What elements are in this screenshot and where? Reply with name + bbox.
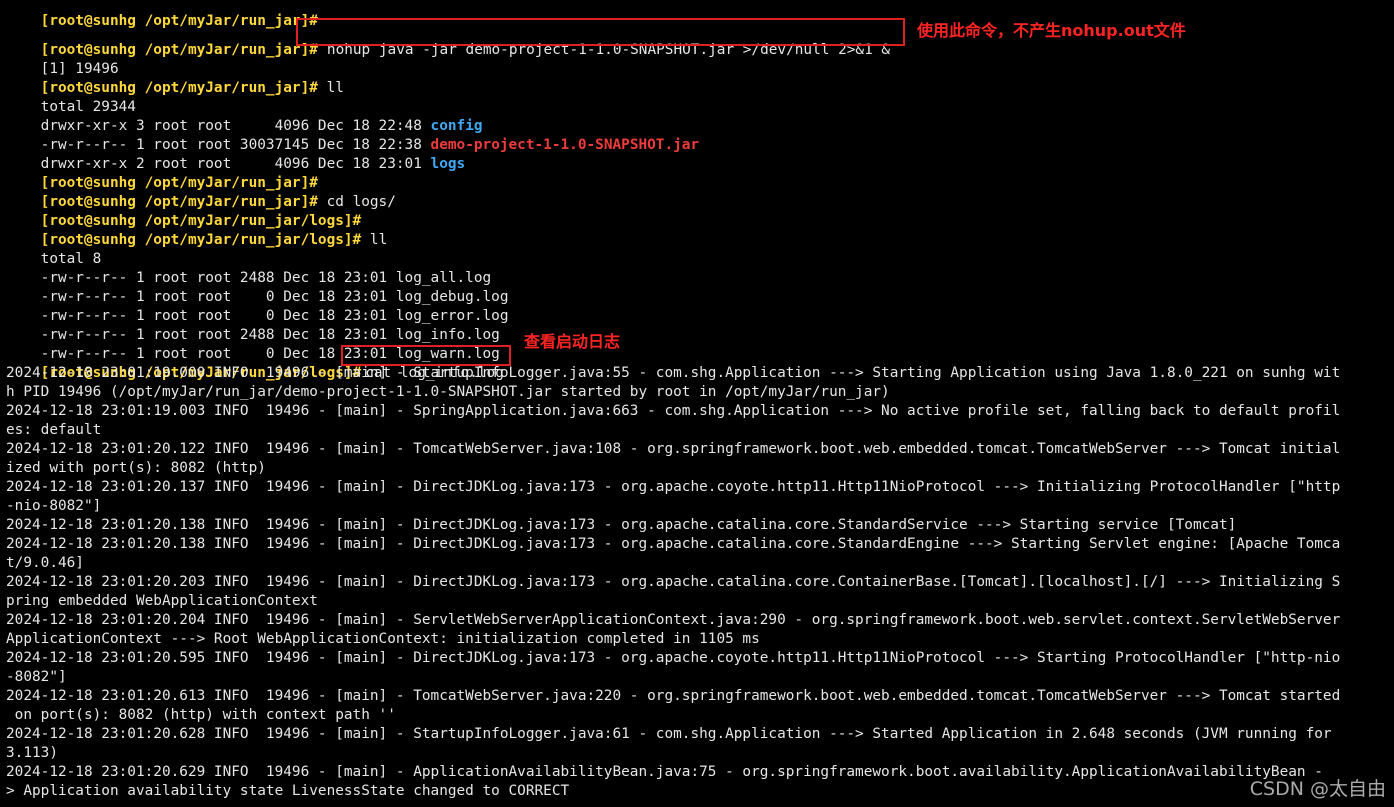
log-line: 2024-12-18 23:01:20.137 INFO 19496 - [ma… [6, 478, 1340, 497]
terminal-line: [root@sunhg /opt/myJar/run_jar]# ll [6, 60, 344, 96]
listing-row: -rw-r--r-- 1 root root 30037145 Dec 18 2… [6, 117, 699, 153]
log-line: -nio-8082"] [6, 497, 101, 516]
log-line: ApplicationContext ---> Root WebApplicat… [6, 630, 760, 649]
log-text: 2024-12-18 23:01:19.000 INFO 19496 - [ma… [6, 365, 1341, 381]
listing-row: drwxr-xr-x 3 root root 4096 Dec 18 22:48… [6, 98, 483, 134]
log-text: 2024-12-18 23:01:20.628 INFO 19496 - [ma… [6, 726, 1332, 742]
listing-row: drwxr-xr-x 2 root root 4096 Dec 18 23:01… [6, 136, 466, 172]
terminal-line: total 29344 [6, 79, 136, 115]
log-line: 2024-12-18 23:01:20.203 INFO 19496 - [ma… [6, 573, 1340, 592]
log-line: 2024-12-18 23:01:20.138 INFO 19496 - [ma… [6, 535, 1340, 554]
log-text: 2024-12-18 23:01:20.203 INFO 19496 - [ma… [6, 574, 1341, 590]
log-line: pring embedded WebApplicationContext [6, 592, 318, 611]
log-text: 3.113) [6, 745, 58, 761]
listing-row: -rw-r--r-- 1 root root 0 Dec 18 23:01 lo… [6, 326, 500, 362]
terminal-line: [root@sunhg /opt/myJar/run_jar/logs]# ll [6, 212, 388, 248]
log-line: 3.113) [6, 744, 58, 763]
terminal-line: [1] 19496 [6, 41, 119, 77]
log-line: ized with port(s): 8082 (http) [6, 459, 266, 478]
log-line: 2024-12-18 23:01:20.595 INFO 19496 - [ma… [6, 649, 1340, 668]
jar-file-name: demo-project-1-1.0-SNAPSHOT.jar [430, 137, 700, 153]
terminal-line: [root@sunhg /opt/myJar/run_jar/logs]# [6, 193, 362, 229]
log-text: -nio-8082"] [6, 498, 102, 514]
nohup-annotation: 使用此命令，不产生nohup.out文件 [917, 21, 1186, 40]
terminal-line: [root@sunhg /opt/myJar/run_jar]# cd logs… [6, 174, 396, 210]
log-text: 2024-12-18 23:01:20.629 INFO 19496 - [ma… [6, 764, 1323, 780]
log-line: 2024-12-18 23:01:19.000 INFO 19496 - [ma… [6, 364, 1340, 383]
log-text: ized with port(s): 8082 (http) [6, 460, 266, 476]
log-line: h PID 19496 (/opt/myJar/run_jar/demo-pro… [6, 383, 890, 402]
log-text: t/9.0.46] [6, 555, 84, 571]
log-line: 2024-12-18 23:01:20.613 INFO 19496 - [ma… [6, 687, 1340, 706]
log-text: h PID 19496 (/opt/myJar/run_jar/demo-pro… [6, 384, 890, 400]
log-text: 2024-12-18 23:01:20.138 INFO 19496 - [ma… [6, 536, 1341, 552]
log-line: 2024-12-18 23:01:20.628 INFO 19496 - [ma… [6, 725, 1332, 744]
listing-row: -rw-r--r-- 1 root root 2488 Dec 18 23:01… [6, 307, 500, 343]
log-text: 2024-12-18 23:01:20.138 INFO 19496 - [ma… [6, 517, 1237, 533]
log-text: > Application availability state Livenes… [6, 783, 570, 799]
log-line: 2024-12-18 23:01:20.138 INFO 19496 - [ma… [6, 516, 1236, 535]
log-line: 2024-12-18 23:01:20.629 INFO 19496 - [ma… [6, 763, 1323, 782]
nohup-highlight-box [296, 18, 905, 46]
log-text: es: default [6, 422, 102, 438]
terminal-line: [root@sunhg /opt/myJar/run_jar]# [6, 0, 318, 29]
ll-command: ll [326, 80, 344, 96]
log-line: 2024-12-18 23:01:19.003 INFO 19496 - [ma… [6, 402, 1340, 421]
ll-command: ll [369, 232, 388, 248]
log-text: pring embedded WebApplicationContext [6, 593, 318, 609]
terminal-window[interactable]: [root@sunhg /opt/myJar/run_jar]# [root@s… [0, 0, 1394, 807]
log-text: ApplicationContext ---> Root WebApplicat… [6, 631, 760, 647]
log-text: on port(s): 8082 (http) with context pat… [6, 707, 396, 723]
log-text: 2024-12-18 23:01:19.003 INFO 19496 - [ma… [6, 403, 1341, 419]
log-line: > Application availability state Livenes… [6, 782, 569, 801]
log-line: on port(s): 8082 (http) with context pat… [6, 706, 396, 725]
log-text: 2024-12-18 23:01:20.204 INFO 19496 - [ma… [6, 612, 1341, 628]
directory-name: logs [430, 156, 466, 172]
terminal-line: [root@sunhg /opt/myJar/run_jar]# [6, 155, 318, 191]
log-text: 2024-12-18 23:01:20.122 INFO 19496 - [ma… [6, 441, 1341, 457]
listing-row: -rw-r--r-- 1 root root 2488 Dec 18 23:01… [6, 250, 492, 286]
listing-row: -rw-r--r-- 1 root root 0 Dec 18 23:01 lo… [6, 269, 509, 305]
log-line: -8082"] [6, 668, 67, 687]
log-line: es: default [6, 421, 101, 440]
log-text: 2024-12-18 23:01:20.137 INFO 19496 - [ma… [6, 479, 1341, 495]
log-line: t/9.0.46] [6, 554, 84, 573]
log-line: 2024-12-18 23:01:20.204 INFO 19496 - [ma… [6, 611, 1340, 630]
log-text: 2024-12-18 23:01:20.613 INFO 19496 - [ma… [6, 688, 1341, 704]
log-text: -8082"] [6, 669, 67, 685]
terminal-line: total 8 [6, 231, 102, 267]
csdn-watermark: CSDN @太自由 [1249, 778, 1386, 800]
cat-highlight-box [341, 345, 511, 366]
listing-row: -rw-r--r-- 1 root root 0 Dec 18 23:01 lo… [6, 288, 509, 324]
log-line: 2024-12-18 23:01:20.122 INFO 19496 - [ma… [6, 440, 1340, 459]
log-text: 2024-12-18 23:01:20.595 INFO 19496 - [ma… [6, 650, 1341, 666]
cat-annotation: 查看启动日志 [524, 332, 621, 351]
